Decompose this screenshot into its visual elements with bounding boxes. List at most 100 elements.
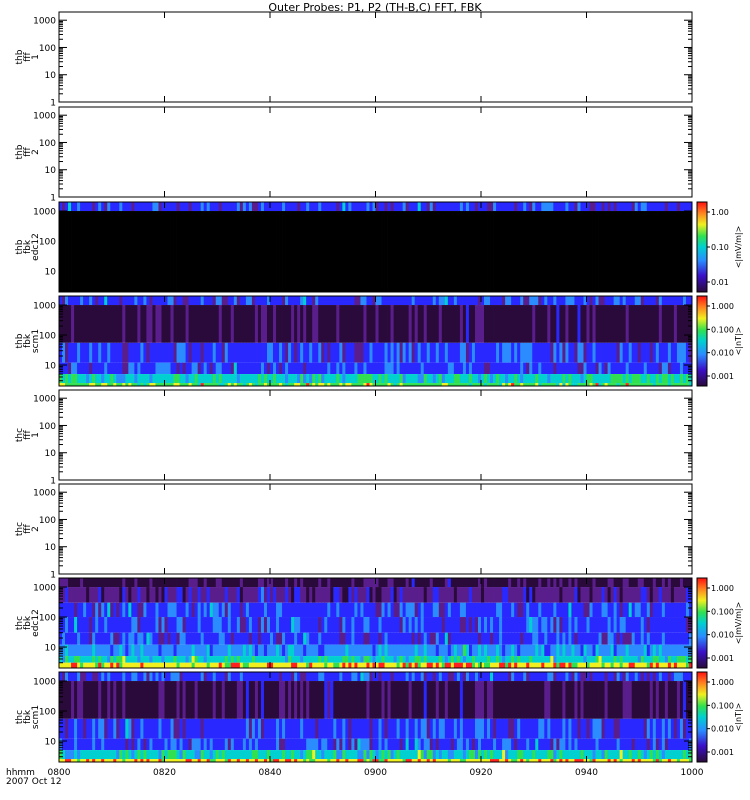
spectrogram-cell [607, 305, 612, 343]
spectrogram-cell [468, 211, 473, 292]
spectrogram-cell [604, 681, 608, 719]
spectrogram-cell [149, 296, 153, 306]
spectrogram-cell [571, 681, 575, 719]
spectrogram-cell [571, 342, 575, 363]
spectrogram-cell [553, 296, 557, 306]
spectrogram-cell [682, 681, 687, 719]
spectrogram-cell [405, 718, 410, 739]
spectrogram-cell [414, 672, 419, 682]
colorbar [696, 201, 708, 293]
spectrogram-cell [565, 662, 569, 668]
spectrogram-cell [613, 738, 618, 751]
spectrogram-cell [71, 602, 75, 618]
spectrogram-cell [568, 738, 572, 751]
spectrogram-cell [423, 662, 428, 668]
spectrogram-cell [384, 617, 388, 633]
spectrogram-cell [390, 342, 394, 363]
spectrogram-cell [532, 362, 536, 375]
spectrogram-cell [291, 644, 295, 657]
spectrogram-cell [197, 718, 202, 739]
spectrogram-cell [110, 374, 114, 384]
spectrogram-cell [209, 681, 214, 719]
spectrogram-cell [493, 587, 497, 603]
spectrogram-cell [529, 617, 533, 633]
spectrogram-cell [682, 362, 687, 375]
spectrogram-cell [366, 738, 370, 751]
spectrogram-cell [59, 305, 63, 343]
spectrogram-cell [140, 587, 144, 603]
spectrogram-cell [194, 374, 199, 384]
spectrogram-cell [532, 202, 536, 212]
spectrogram-cell [538, 362, 542, 375]
spectrogram-cell [230, 672, 235, 682]
spectrogram-cell [279, 305, 283, 343]
spectrogram-cell [676, 718, 681, 739]
spectrogram-cell [134, 617, 138, 633]
spectrogram-cell [176, 578, 180, 588]
colorbar [696, 577, 708, 669]
spectrogram-cell [212, 617, 217, 633]
spectrogram-cell [363, 374, 367, 384]
spectrogram-cell [152, 656, 156, 663]
spectrogram-cell [221, 342, 226, 363]
spectrogram-cell [616, 578, 621, 588]
spectrogram-cell [456, 738, 461, 751]
spectrogram-cell [541, 617, 545, 633]
spectrogram-cell [306, 602, 310, 618]
spectrogram-cell [459, 211, 464, 292]
spectrogram-cell [547, 374, 551, 384]
spectrogram-cell [134, 681, 138, 719]
spectrogram-cell [574, 342, 578, 363]
spectrogram-cell [363, 587, 367, 603]
spectrogram-cell [209, 296, 214, 306]
spectrogram-cell [517, 211, 521, 292]
spectrogram-cell [435, 342, 440, 363]
spectrogram-cell [490, 632, 494, 645]
spectrogram-cell [218, 662, 223, 668]
spectrogram-cell [607, 644, 612, 657]
spectrogram-cell [565, 672, 569, 682]
spectrogram-cell [441, 578, 446, 588]
spectrogram-cell [143, 662, 147, 668]
spectrogram-cell [502, 738, 506, 751]
spectrogram-cell [291, 578, 295, 588]
spectrogram-cell [194, 738, 199, 751]
spectrogram-cell [414, 681, 419, 719]
spectrogram-cell [411, 662, 416, 668]
spectrogram-cell [257, 211, 262, 292]
spectrogram-cell [140, 202, 144, 212]
spectrogram-cell [348, 342, 352, 363]
spectrogram-cell [384, 202, 388, 212]
spectrogram-cell [592, 644, 596, 657]
spectrogram-cell [456, 342, 461, 363]
spectrogram-cell [260, 587, 265, 603]
spectrogram-cell [526, 202, 530, 212]
spectrogram-cell [294, 738, 298, 751]
spectrogram-cell [89, 587, 93, 603]
spectrogram-cell [285, 305, 289, 343]
spectrogram-cell [357, 362, 361, 375]
y-tick-label: 100 [39, 139, 56, 149]
spectrogram-cell [227, 587, 232, 603]
spectrogram-cell [420, 342, 425, 363]
spectrogram-cell [568, 578, 572, 588]
spectrogram-cell [230, 662, 235, 668]
spectrogram-cell [348, 374, 352, 384]
spectrogram-cell [481, 681, 485, 719]
spectrogram-cell [233, 305, 238, 343]
spectrogram-cell [676, 617, 681, 633]
spectrogram-cell [98, 750, 102, 760]
spectrogram-cell [631, 656, 636, 663]
spectrogram-cell [80, 750, 84, 760]
spectrogram-cell [414, 342, 419, 363]
spectrogram-cell [242, 578, 247, 588]
spectrogram-cell [484, 342, 488, 363]
spectrogram-cell [529, 305, 533, 343]
spectrogram-cell [574, 305, 578, 343]
spectrogram-cell [101, 662, 105, 668]
spectrogram-cell [462, 656, 467, 663]
spectrogram-cell [125, 342, 129, 363]
spectrogram-cell [98, 632, 102, 645]
spectrogram-cell [487, 202, 491, 212]
spectrogram-cell [453, 644, 458, 657]
